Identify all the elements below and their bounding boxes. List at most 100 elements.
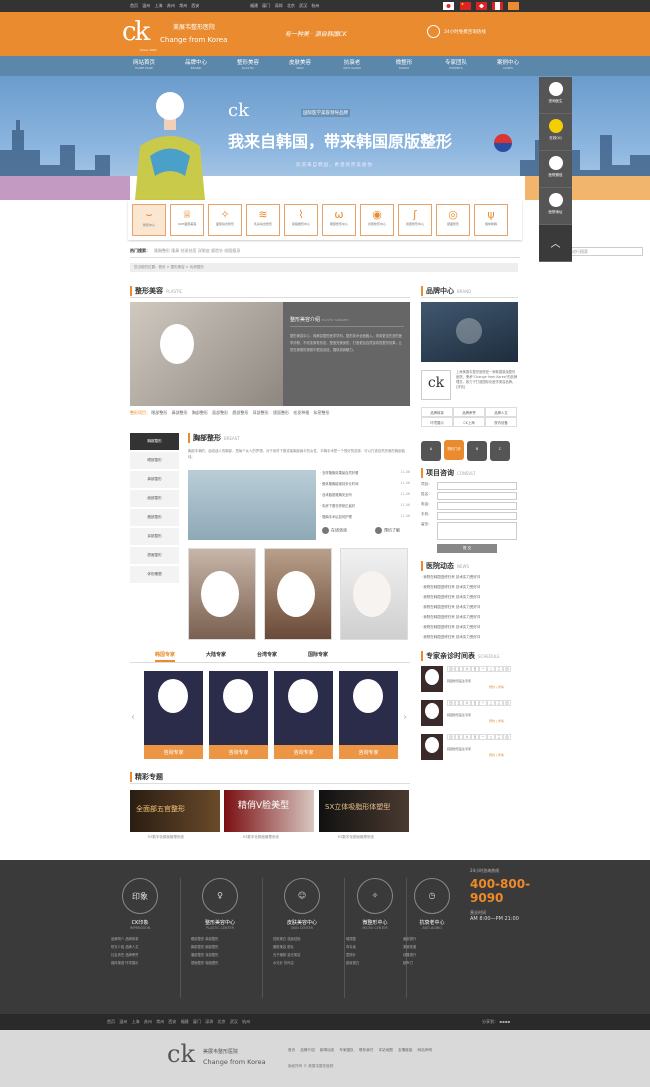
footer-link[interactable]: 脱毛 (287, 945, 294, 949)
brand-icon[interactable]: A (421, 441, 441, 461)
brand-link[interactable]: 品牌人文 (485, 407, 517, 417)
question-item[interactable]: · 隆胸手术后如何护理 11-06 (320, 514, 410, 525)
swiss-flag-icon[interactable] (476, 2, 487, 10)
footer-link[interactable]: 联系我们 (359, 1048, 373, 1052)
schedule-row[interactable]: 四五六日一二三四韩国整形医生专家 预约 | 详情 (421, 666, 518, 696)
gallery-photo[interactable] (188, 548, 256, 640)
footer-link[interactable]: 水光针 (273, 961, 283, 965)
footer-link[interactable]: 鼻部整形 (205, 937, 218, 941)
promo-banner[interactable]: 全面部五官整形 (130, 790, 220, 832)
news-item[interactable]: · 我院在韩国进修归来 技术实力受好评 (421, 595, 518, 605)
footer-link[interactable]: 品牌介绍 (300, 1048, 314, 1052)
consult-button[interactable]: 在线咨询 (322, 527, 347, 534)
side-tab[interactable]: 眼部整形 (130, 452, 179, 469)
city-link[interactable]: 深圳 (205, 1019, 213, 1024)
brand-link[interactable]: 院内设备 (485, 417, 517, 427)
footer-link[interactable]: 本站地图 (378, 1048, 392, 1052)
breast-photo[interactable] (188, 470, 316, 540)
nav-item[interactable]: 品牌中心 BRAND (170, 58, 222, 70)
footer-link[interactable]: 环境展示 (125, 961, 138, 965)
tag-link[interactable]: 唇部整形 (232, 410, 248, 415)
brand-link[interactable]: 品牌荣誉 (453, 407, 485, 417)
book-link[interactable]: 预约 | 详情 (489, 719, 504, 723)
tag-link[interactable]: 面部整形 (212, 410, 228, 415)
question-item[interactable]: · 乳房下垂怎样矫正最好 11-06 (320, 503, 410, 514)
back-to-top-button[interactable]: ︿ (539, 225, 572, 262)
news-item[interactable]: · 我院在韩国进修归来 技术实力受好评 (421, 605, 518, 615)
nav-item[interactable]: 网站首页 HOME PAGE (118, 58, 170, 70)
promo-banner[interactable]: SX立体吸脂形体塑型 (319, 790, 409, 832)
city-link[interactable]: 苏州 (144, 1019, 152, 1024)
expert-card[interactable]: 咨询专家 (144, 671, 203, 759)
footer-link[interactable]: 首页 (288, 1048, 295, 1052)
tag-link[interactable]: 毛发种植 (293, 410, 309, 415)
gallery-photo[interactable] (264, 548, 332, 640)
city-link[interactable]: 首页 (107, 1019, 115, 1024)
footer-link[interactable]: 胶原蛋白 (346, 961, 359, 965)
footer-link[interactable]: 唇部整形 (191, 953, 204, 957)
city-link[interactable]: 北京 (287, 3, 295, 8)
city-link[interactable]: 温州 (142, 3, 150, 8)
footer-link[interactable]: 网站声明 (418, 1048, 432, 1052)
footer-link[interactable]: 吸脂塑形 (205, 961, 218, 965)
footer-link[interactable]: 眼部整形 (191, 937, 204, 941)
footer-link[interactable]: 热玛吉 (284, 961, 294, 965)
submit-button[interactable]: 提 交 (437, 544, 497, 553)
side-tab[interactable]: 体形雕塑 (130, 566, 179, 583)
brand-link[interactable]: 环境展示 (421, 417, 453, 427)
expert-tab[interactable]: 韩国专家 (155, 651, 176, 662)
expert-consult-button[interactable]: 咨询专家 (339, 745, 398, 759)
side-tab[interactable]: 鼻部整形 (130, 471, 179, 488)
category-item[interactable]: ✧ 面部综合整形 (208, 204, 242, 236)
footer-link[interactable]: 玻尿酸 (346, 937, 356, 941)
expert-consult-button[interactable]: 咨询专家 (274, 745, 333, 759)
tag-link[interactable]: 颌面整形 (273, 410, 289, 415)
expert-card[interactable]: 咨询专家 (274, 671, 333, 759)
expert-consult-button[interactable]: 咨询专家 (209, 745, 268, 759)
nav-item[interactable]: 抗衰老 ANTI-AGING (326, 58, 378, 70)
footer-link[interactable]: 光子嫩肤 (273, 953, 286, 957)
footer-link[interactable]: 社会责任 (111, 953, 124, 957)
nav-item[interactable]: 专家团队 EXPERTS (430, 58, 482, 70)
category-item[interactable]: ◉ 鼻部整形中心 (360, 204, 394, 236)
prev-arrow-icon[interactable]: ‹ (131, 712, 135, 723)
footer-link[interactable]: 媒体报道 (111, 961, 124, 965)
footer-link[interactable]: 祛斑美白 (273, 937, 286, 941)
city-link[interactable]: 武汉 (230, 1019, 238, 1024)
brand-link[interactable]: CK上海 (453, 417, 485, 427)
footer-link[interactable]: 童颜针 (346, 953, 356, 957)
nav-item[interactable]: 微整形 MICRO (378, 58, 430, 70)
canada-flag-icon[interactable] (492, 2, 503, 10)
tag-link[interactable]: 鼻部整形 (172, 410, 188, 415)
question-item[interactable]: · 自体脂肪隆胸安全吗 11-06 (320, 492, 410, 503)
city-link[interactable]: 北京 (218, 1019, 226, 1024)
side-tab[interactable]: 唇部整形 (130, 509, 179, 526)
question-item[interactable]: · 怎样隆胸效果最自然好看 11-06 (320, 470, 410, 481)
footer-link[interactable]: 面部整形 (205, 945, 218, 949)
schedule-row[interactable]: 四五六日一二三四韩国整形医生专家 预约 | 详情 (421, 734, 518, 764)
side-tab[interactable]: 耳部整形 (130, 528, 179, 545)
qq-button[interactable]: 在线QQ (539, 114, 572, 151)
language-flag-icon[interactable] (508, 2, 519, 10)
tag-link[interactable]: 胸部整形 (192, 410, 208, 415)
category-item[interactable]: ʃ 唇部整形中心 (398, 204, 432, 236)
more-button[interactable]: 预约了解 (375, 527, 400, 534)
side-tab[interactable]: 胸部整形 (130, 433, 179, 450)
footer-link[interactable]: 超声刀 (403, 961, 413, 965)
footer-link[interactable]: 颌面整形 (191, 961, 204, 965)
tag-link[interactable]: 眼部整形 (151, 410, 167, 415)
next-arrow-icon[interactable]: › (403, 712, 407, 723)
city-link[interactable]: 苏州 (167, 3, 175, 8)
expert-tab[interactable]: 台湾专家 (257, 651, 277, 658)
city-link[interactable]: 福建 (181, 1019, 189, 1024)
city-link[interactable]: 常州 (156, 1019, 164, 1024)
address-button[interactable]: 医院地址 (539, 188, 572, 225)
promo-banner[interactable]: 精俏V脸美型 (224, 790, 314, 832)
city-link[interactable]: 常州 (179, 3, 187, 8)
footer-link[interactable]: 胸部整形 (191, 945, 204, 949)
project-input[interactable] (437, 482, 517, 490)
footer-link[interactable]: 品牌荣誉 (125, 953, 138, 957)
expert-tab[interactable]: 国际专家 (308, 651, 328, 658)
news-item[interactable]: · 我院在韩国进修归来 技术实力受好评 (421, 635, 518, 645)
expert-tab[interactable]: 大陆专家 (206, 651, 226, 658)
